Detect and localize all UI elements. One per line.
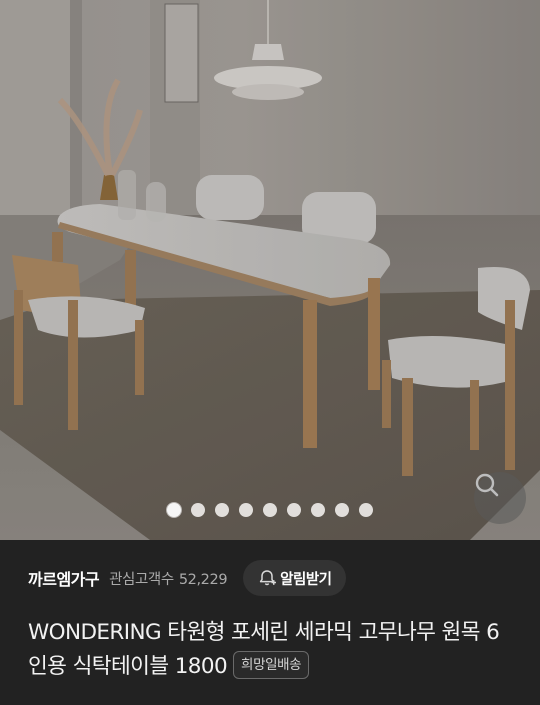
product-image-gallery[interactable]	[0, 0, 540, 540]
pagination-dot[interactable]	[191, 503, 205, 517]
notify-button[interactable]: 알림받기	[243, 560, 346, 596]
pagination-dot[interactable]	[215, 503, 229, 517]
gallery-pagination	[0, 503, 540, 519]
product-detail-screen: 까르엠가구 관심고객수 52,229 알림받기 WONDERING 타원형 포세린…	[0, 0, 540, 705]
interest-label: 관심고객수	[109, 571, 174, 588]
zoom-button[interactable]	[474, 472, 526, 524]
store-row: 까르엠가구 관심고객수 52,229 알림받기	[28, 560, 520, 596]
product-info-panel: 까르엠가구 관심고객수 52,229 알림받기 WONDERING 타원형 포세린…	[0, 540, 540, 705]
store-name[interactable]: 까르엠가구	[28, 566, 100, 590]
search-icon	[475, 473, 499, 497]
delivery-badge: 희망일배송	[233, 651, 310, 679]
notify-label: 알림받기	[280, 571, 332, 588]
product-photo	[0, 0, 540, 540]
interest-count: 관심고객수 52,229	[109, 568, 227, 589]
pagination-dot[interactable]	[335, 503, 349, 517]
pagination-dot[interactable]	[239, 503, 253, 517]
interest-number: 52,229	[178, 571, 228, 588]
pagination-dot[interactable]	[359, 503, 373, 517]
pagination-dot[interactable]	[263, 503, 277, 517]
bell-plus-icon	[260, 570, 277, 586]
product-title: WONDERING 타원형 포세린 세라믹 고무나무 원목 6인용 식탁테이블 …	[28, 616, 518, 684]
pagination-dot[interactable]	[311, 503, 325, 517]
pagination-dot[interactable]	[287, 503, 301, 517]
pagination-dot[interactable]	[167, 503, 181, 517]
